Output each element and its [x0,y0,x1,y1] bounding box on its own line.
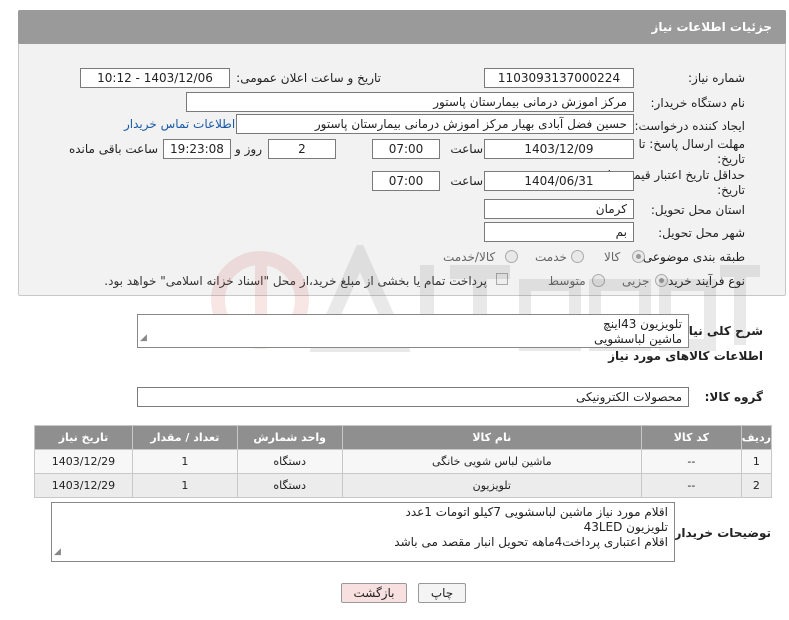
cell-name: تلویزیون [341,473,642,498]
treasury-payment-note: پرداخت تمام یا بخشی از مبلغ خرید،از محل … [104,274,487,288]
cell-date: 1403/12/29 [34,449,133,474]
buyer-notes-textarea[interactable]: اقلام مورد نیاز ماشین لباسشویی 7کیلو اتو… [51,502,675,562]
buyer-org-field: مرکز اموزش درمانی بیمارستان پاستور [186,92,634,112]
resize-handle-icon[interactable]: ◢ [140,331,147,346]
print-button[interactable]: چاپ [418,583,466,603]
cell-unit: دستگاه [236,449,343,474]
items-table-header: ردیف کد کالا نام کالا واحد شمارش تعداد /… [34,425,773,450]
price-time-field: 07:00 [372,171,440,191]
group-field: محصولات الکترونیکی [137,387,689,407]
category-service-label: خدمت [535,250,567,264]
creator-field: حسین فضل آبادی بهیار مرکز اموزش درمانی ب… [236,114,634,134]
description-line-1: تلویزیون 43اینچ [603,317,682,331]
category-both-label: کالا/خدمت [443,250,496,264]
category-label: طبقه بندی موضوعی: [638,250,745,264]
cell-row: 2 [740,473,773,498]
items-section-title: اطلاعات کالاهای مورد نیاز [608,349,763,363]
reply-deadline-label: مهلت ارسال پاسخ: تا [638,137,745,151]
province-field: کرمان [484,199,634,219]
category-goods-radio[interactable] [632,250,645,263]
col-qty-header: تعداد / مقدار [131,425,238,450]
price-validity-label-2: تاریخ: [717,183,745,197]
description-line-2: ماشین لباسشویی [594,332,682,346]
city-field: بم [484,222,634,242]
price-time-label: ساعت [450,174,483,188]
cell-qty: 1 [131,449,238,474]
panel-title: جزئیات اطلاعات نیاز [651,20,772,34]
description-textarea[interactable]: تلویزیون 43اینچ ماشین لباسشویی ◢ [137,314,689,348]
announce-field: 1403/12/06 - 10:12 [80,68,230,88]
reply-time-label: ساعت [450,142,483,156]
cell-date: 1403/12/29 [34,473,133,498]
items-table: ردیف کد کالا نام کالا واحد شمارش تعداد /… [34,425,773,498]
reply-date-field: 1403/12/09 [484,139,634,159]
process-medium-radio[interactable] [592,274,605,287]
table-row: 2 -- تلویزیون دستگاه 1 1403/12/29 [34,473,773,498]
panel-header: جزئیات اطلاعات نیاز [18,10,786,44]
process-label: نوع فرآیند خرید : [660,274,745,288]
need-number-label: شماره نیاز: [688,71,745,85]
table-row: 1 -- ماشین لباس شویی خانگی دستگاه 1 1403… [34,449,773,474]
cell-name: ماشین لباس شویی خانگی [341,449,642,474]
category-goods-label: کالا [604,250,621,264]
reply-time-field: 07:00 [372,139,440,159]
buyer-notes-line-3: اقلام اعتباری پرداخت4ماهه تحویل انبار مق… [394,535,668,549]
city-label: شهر محل تحویل: [658,226,745,240]
resize-handle-icon[interactable]: ◢ [54,545,61,560]
back-button[interactable]: بازگشت [341,583,407,603]
reply-deadline-label-2: تاریخ: [717,152,745,166]
group-label: گروه کالا: [704,390,763,404]
cell-row: 1 [740,449,773,474]
days-label: روز و [235,142,262,156]
remaining-days-field: 2 [268,139,336,159]
contact-buyer-link[interactable]: اطلاعات تماس خریدار [124,117,235,131]
process-minor-label: جزیی [622,274,650,288]
remaining-label: ساعت باقی مانده [68,142,158,156]
cell-unit: دستگاه [236,473,343,498]
price-date-field: 1404/06/31 [484,171,634,191]
process-minor-radio[interactable] [655,274,668,287]
treasury-payment-checkbox[interactable] [496,273,508,285]
creator-label: ایجاد کننده درخواست: [634,119,745,133]
buyer-org-label: نام دستگاه خریدار: [650,96,746,110]
remaining-time-field: 19:23:08 [163,139,231,159]
buyer-notes-line-2: تلویزیون 43LED [583,520,668,534]
need-number-field: 1103093137000224 [484,68,634,88]
buyer-notes-line-1: اقلام مورد نیاز ماشین لباسشویی 7کیلو اتو… [405,505,668,519]
process-medium-label: متوسط [548,274,586,288]
col-code-header: کد کالا [640,425,742,450]
col-date-header: تاریخ نیاز [34,425,133,450]
col-unit-header: واحد شمارش [236,425,343,450]
col-row-header: ردیف [740,425,773,450]
description-label: شرح کلی نیاز: [677,324,763,338]
announce-label: تاریخ و ساعت اعلان عمومی: [236,71,381,85]
buyer-notes-label: توضیحات خریدار: [669,526,771,540]
col-name-header: نام کالا [341,425,642,450]
province-label: استان محل تحویل: [650,203,745,217]
cell-code: -- [640,473,742,498]
cell-qty: 1 [131,473,238,498]
category-both-radio[interactable] [505,250,518,263]
cell-code: -- [640,449,742,474]
category-service-radio[interactable] [571,250,584,263]
